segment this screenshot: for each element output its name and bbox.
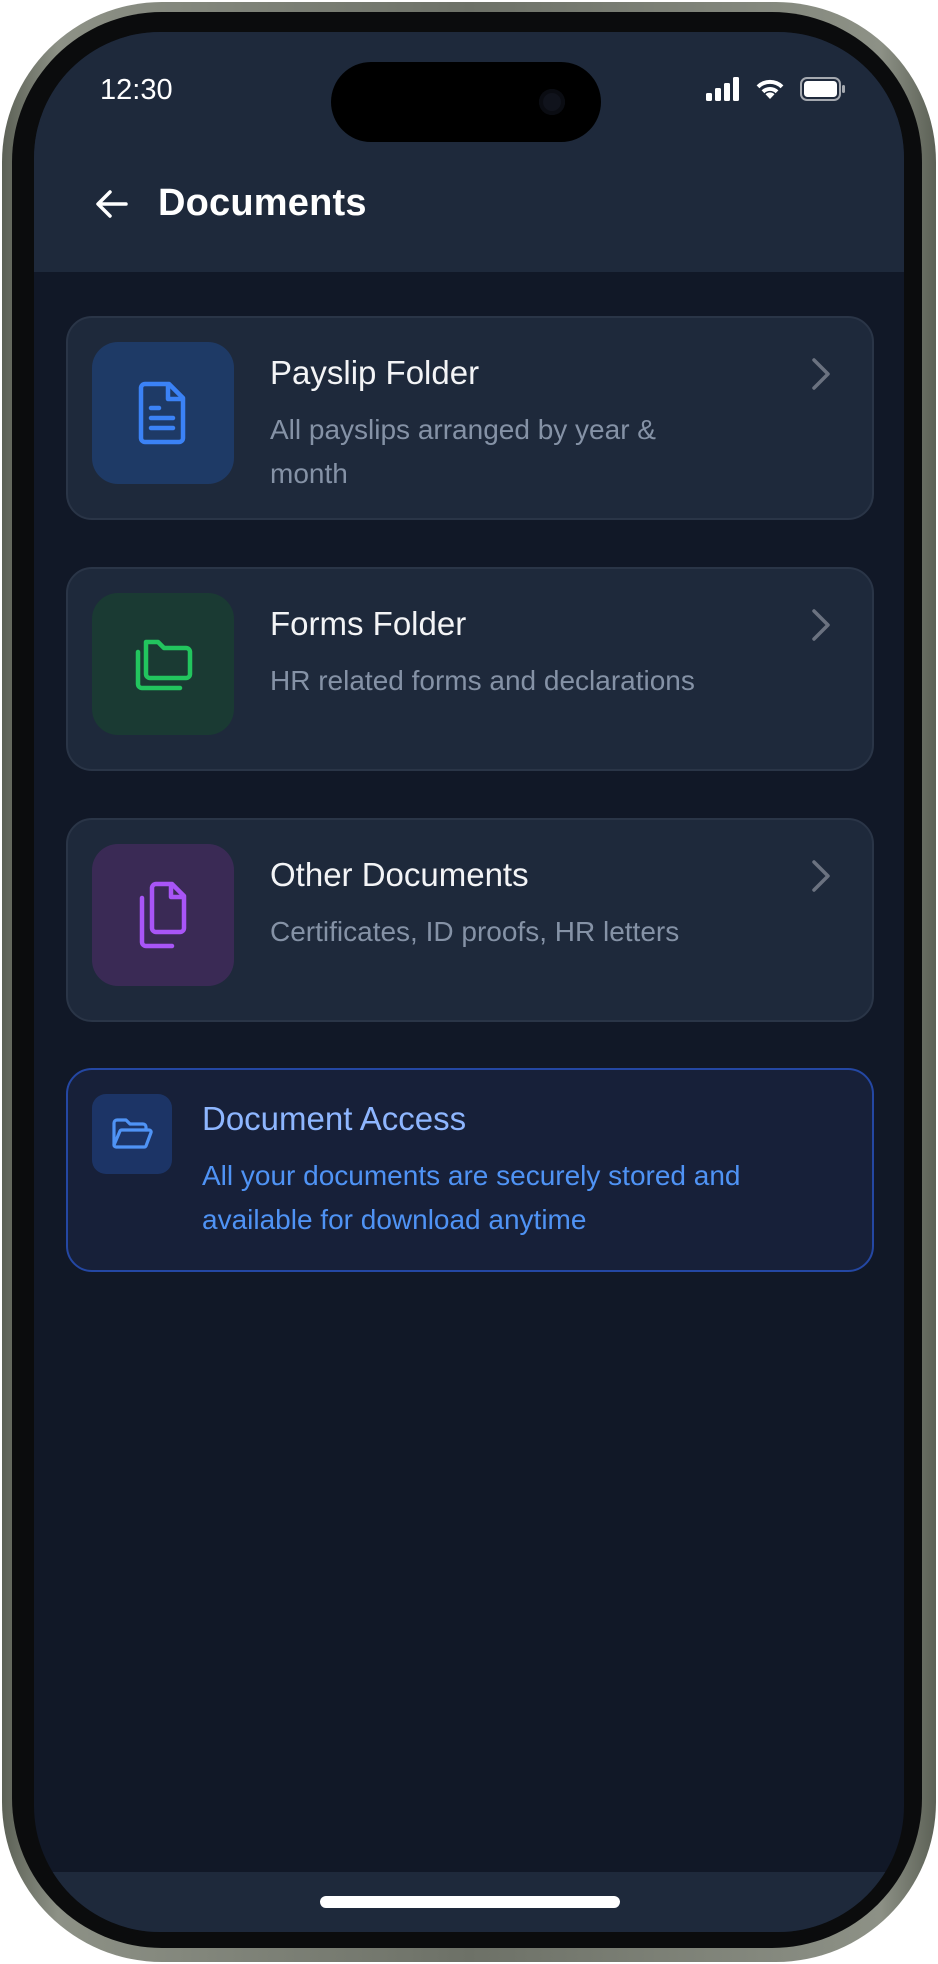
files-icon	[139, 881, 187, 949]
status-time: 12:30	[100, 74, 173, 106]
battery-icon	[800, 77, 845, 101]
other-documents-card[interactable]: Other Documents Certificates, ID proofs,…	[66, 818, 874, 1022]
folder-open-icon	[112, 1118, 153, 1149]
chevron-right-icon	[812, 860, 830, 892]
document-icon	[138, 381, 186, 445]
camera-icon	[539, 89, 565, 115]
folder-description: HR related forms and declarations	[270, 665, 695, 696]
dynamic-island	[331, 62, 601, 142]
folder-title: Other Documents	[270, 856, 529, 893]
document-access-icon-tile	[92, 1094, 172, 1174]
other-documents-icon-tile	[92, 844, 234, 986]
forms-folder-icon-tile	[92, 593, 234, 735]
banner-description: All your documents are securely stored a…	[202, 1160, 741, 1235]
banner-title: Document Access	[202, 1100, 467, 1137]
folders-icon	[135, 639, 193, 691]
home-indicator[interactable]	[320, 1896, 620, 1908]
chevron-right-icon	[812, 609, 830, 641]
back-button[interactable]	[84, 176, 140, 232]
folder-description: All payslips arranged by year & month	[270, 414, 656, 489]
chevron-right-icon	[812, 358, 830, 390]
status-icons	[706, 76, 846, 102]
payslip-folder-card[interactable]: Payslip Folder All payslips arranged by …	[66, 316, 874, 520]
forms-folder-card[interactable]: Forms Folder HR related forms and declar…	[66, 567, 874, 771]
wifi-icon	[756, 79, 784, 99]
app-screen: 12:30 Documents Payslip Folder All paysl…	[34, 32, 904, 1932]
folder-title: Payslip Folder	[270, 354, 480, 391]
page-title: Documents	[158, 182, 367, 224]
signal-icon	[706, 77, 739, 101]
payslip-folder-icon-tile	[92, 342, 234, 484]
folder-title: Forms Folder	[270, 605, 467, 642]
folder-description: Certificates, ID proofs, HR letters	[270, 916, 680, 947]
arrow-left-icon	[96, 190, 128, 218]
document-access-banner: Document Access All your documents are s…	[66, 1068, 874, 1272]
